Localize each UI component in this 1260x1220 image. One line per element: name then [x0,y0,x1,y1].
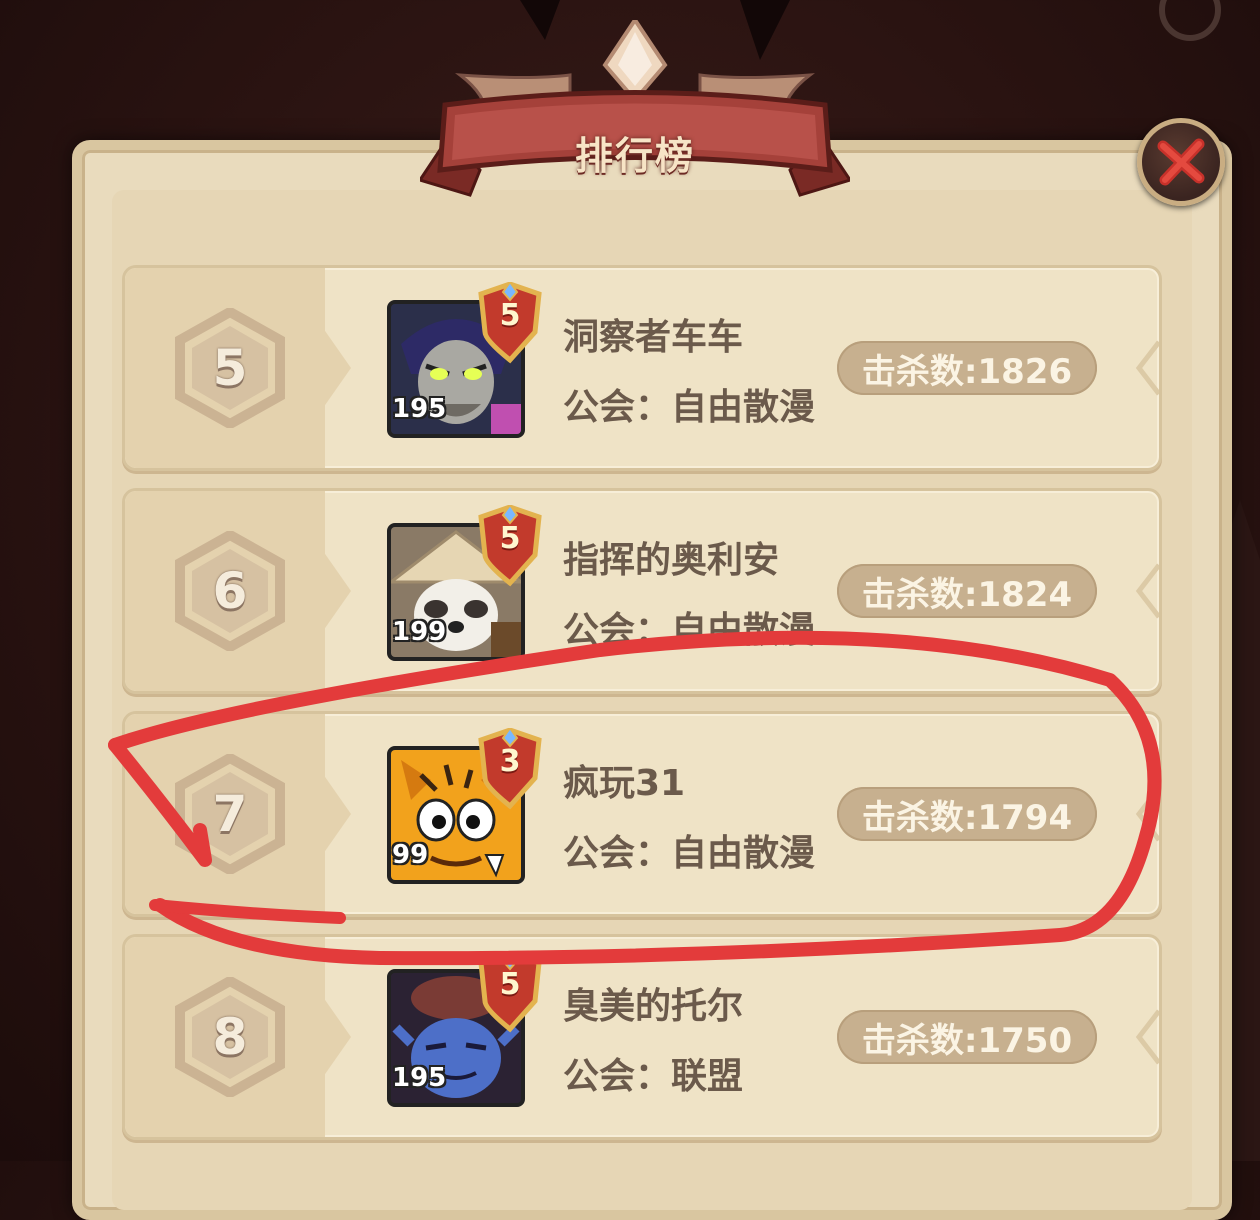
leaderboard-row[interactable]: 6 199 5 指挥的奥利安 公会：自由散漫 击杀数:1824 [122,488,1162,694]
title-banner: 排行榜 [417,16,853,230]
player-name: 疯玩31 [563,763,686,804]
kill-count-badge: 击杀数:1824 [837,564,1097,618]
guild-name: 公会：自由散漫 [563,833,816,874]
chevron-left-icon [1135,563,1159,619]
chevron-left-icon [1135,1009,1159,1065]
rank-number: 8 [212,1008,248,1066]
tier-number: 5 [499,298,521,333]
corner-icon [1159,0,1221,41]
row-divider-arrow [323,551,351,631]
hero-level: 99 [392,840,429,870]
rank-number: 6 [212,562,248,620]
hero-level: 195 [392,394,447,424]
page-title: 排行榜 [574,134,695,178]
player-name: 指挥的奥利安 [563,540,780,581]
leaderboard-row[interactable]: 7 99 3 疯玩31 公会：自由散漫 击杀数:1794 [122,711,1162,917]
row-divider-arrow [323,774,351,854]
kill-count-badge: 击杀数:1794 [837,787,1097,841]
leaderboard-row[interactable]: 8 195 5 臭美的托尔 公会：联盟 击杀数:1750 [122,934,1162,1140]
leaderboard-row[interactable]: 5 195 5 洞察者车车 公会：自由散漫 击杀数:1826 [122,265,1162,471]
tier-number: 5 [499,521,521,556]
player-name: 洞察者车车 [563,317,744,358]
hero-level: 199 [392,617,447,647]
player-name: 臭美的托尔 [563,986,744,1027]
guild-name: 公会：自由散漫 [563,387,816,428]
kill-count-badge: 击杀数:1826 [837,341,1097,395]
rank-number: 7 [212,785,248,843]
guild-name: 公会：联盟 [563,1056,744,1097]
close-button[interactable] [1137,118,1225,206]
guild-name: 公会：自由散漫 [563,610,816,651]
row-divider-arrow [323,328,351,408]
hero-level: 195 [392,1063,447,1093]
close-x-icon [1157,138,1205,186]
row-divider-arrow [323,997,351,1077]
tier-number: 5 [499,967,521,1002]
tier-number: 3 [499,744,521,779]
kill-count-badge: 击杀数:1750 [837,1010,1097,1064]
rank-number: 5 [212,339,248,397]
chevron-left-icon [1135,786,1159,842]
chevron-left-icon [1135,340,1159,396]
